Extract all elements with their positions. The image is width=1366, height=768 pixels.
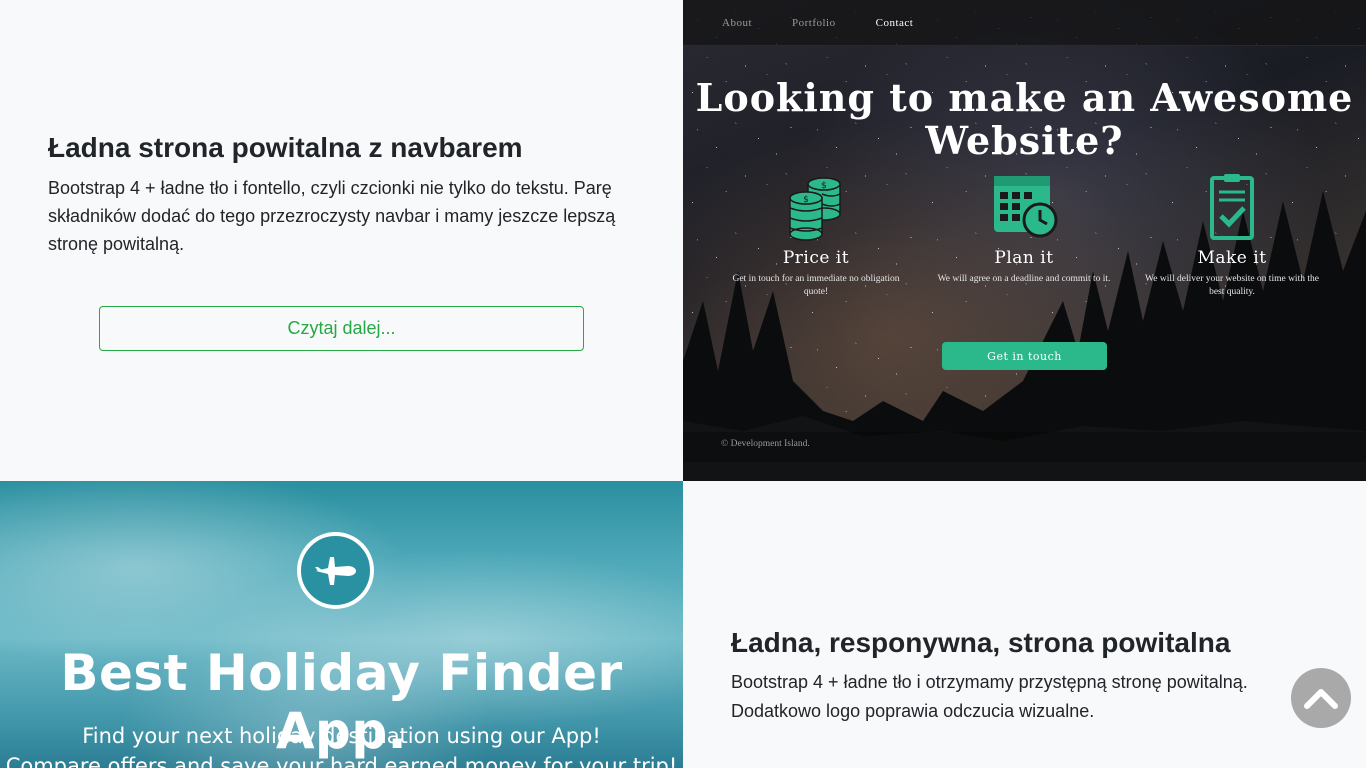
feature-plan: Plan it We will agree on a deadline and … [924, 172, 1124, 286]
project-description: Bootstrap 4 + ładne tło i fontello, czyl… [48, 178, 616, 254]
project-card-navbar: Ładna strona powitalna z navbarem Bootst… [0, 0, 683, 481]
project-card-responsive: Ładna, responywna, strona powitalna Boot… [683, 481, 1366, 768]
preview-title: Looking to make an Awesome Website? [695, 75, 1354, 163]
feature-make: Make it We will deliver your website on … [1132, 172, 1332, 299]
feature-make-title: Make it [1197, 248, 1267, 268]
project-heading: Ładna, responywna, strona powitalna [731, 627, 1231, 658]
coins-icon: $ $ [789, 177, 841, 241]
get-in-touch-button[interactable]: Get in touch [942, 342, 1107, 370]
copyright-text: © Development Island. [721, 439, 810, 449]
feature-plan-title: Plan it [994, 248, 1054, 268]
holiday-app-subtitle-1: Find your next holiday destination using… [82, 724, 601, 748]
feature-price: $ $ Price it Get in touch for an immedia… [716, 172, 916, 299]
project-description: Bootstrap 4 + ładne tło i otrzymamy przy… [731, 672, 1248, 721]
nav-portfolio[interactable]: Portfolio [792, 17, 836, 29]
feature-make-text: We will deliver your website on time wit… [1145, 274, 1319, 297]
airplane-icon [297, 532, 374, 609]
holiday-app-subtitle-2: Compare offers and save your hard earned… [5, 754, 678, 768]
project-preview-holiday-app[interactable]: Best Holiday Finder App. Find your next … [0, 481, 683, 768]
read-more-button[interactable]: Czytaj dalej... [99, 306, 584, 351]
project-preview-night-sky[interactable]: About Portfolio Contact Looking to make … [683, 0, 1366, 481]
feature-price-title: Price it [782, 248, 850, 268]
chevron-up-icon [1304, 689, 1338, 709]
preview-footer: © Development Island. [683, 432, 1366, 462]
feature-plan-text: We will agree on a deadline and commit t… [937, 274, 1111, 284]
calendar-clock-icon [994, 176, 1058, 238]
nav-contact[interactable]: Contact [876, 17, 914, 29]
clipboard-check-icon [1210, 174, 1254, 240]
airplane-glyph [314, 556, 356, 585]
project-heading: Ładna strona powitalna z navbarem [48, 132, 523, 163]
svg-text:$: $ [803, 195, 809, 205]
scroll-to-top-button[interactable] [1291, 668, 1351, 728]
feature-price-text: Get in touch for an immediate no obligat… [732, 274, 900, 297]
svg-text:$: $ [821, 181, 827, 191]
preview-navbar: About Portfolio Contact [683, 0, 1366, 46]
nav-about[interactable]: About [722, 17, 752, 29]
